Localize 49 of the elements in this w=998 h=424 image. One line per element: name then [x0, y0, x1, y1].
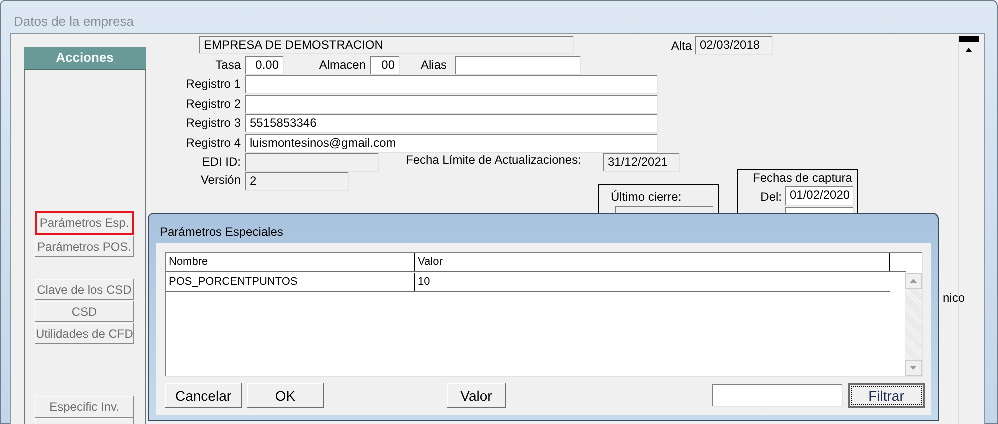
scrollbar[interactable]: [905, 273, 922, 376]
scroll-thumb[interactable]: [959, 36, 979, 42]
field-label: Registro 3: [186, 115, 241, 131]
table-cell-text: 10: [417, 275, 432, 290]
action-button[interactable]: Utilidades de CFD: [35, 323, 134, 344]
input-field[interactable]: [455, 56, 581, 75]
input-field[interactable]: [245, 153, 379, 172]
field-label: EDI ID:: [202, 154, 241, 170]
dialog-button[interactable]: Cancelar: [165, 383, 242, 408]
field-label: Fecha Límite de Actualizaciones:: [406, 152, 582, 168]
field-label: Alta: [671, 38, 692, 54]
column-header[interactable]: Nombre: [166, 253, 415, 271]
action-button[interactable]: CSD: [35, 301, 134, 322]
field-label: Versión: [200, 172, 241, 188]
field-label: Tasa: [216, 57, 241, 73]
window-title: Datos de la empresa: [14, 14, 134, 29]
date-field[interactable]: 02/03/2018: [695, 36, 773, 55]
field-label: nico: [943, 290, 966, 306]
input-field[interactable]: [245, 95, 658, 114]
field-label: Alias: [420, 57, 447, 73]
action-button[interactable]: Clave de los CSD: [35, 279, 134, 300]
input-field[interactable]: 00: [370, 56, 400, 75]
date-field[interactable]: 01/02/2020: [785, 186, 854, 206]
input-field[interactable]: [245, 75, 658, 94]
table-cell: POS_PORCENTPUNTOS: [166, 273, 415, 291]
input-field[interactable]: 0.00: [245, 56, 284, 75]
field-label: Registro 4: [186, 135, 241, 151]
dialog-button[interactable]: Valor: [447, 383, 506, 408]
field-label: Del:: [760, 189, 782, 205]
dialog-title: Parámetros Especiales: [160, 225, 284, 239]
group-label: Último cierre:: [611, 189, 682, 205]
panel-header: Acciones: [24, 47, 146, 70]
input-field[interactable]: 5515853346: [245, 114, 658, 133]
date-field[interactable]: 31/12/2021: [603, 153, 680, 172]
filter-field[interactable]: [712, 384, 843, 407]
company-name-field[interactable]: EMPRESA DE DEMOSTRACION: [199, 36, 574, 54]
action-button[interactable]: Parámetros Esp.: [35, 211, 134, 235]
dialog-button[interactable]: OK: [247, 383, 324, 408]
field-label: Almacen: [319, 57, 366, 73]
filter-button[interactable]: Filtrar: [848, 383, 925, 408]
input-field[interactable]: 2: [245, 172, 349, 191]
scroll-down-icon[interactable]: [905, 360, 922, 376]
action-button[interactable]: Parámetros POS.: [35, 236, 134, 257]
input-field[interactable]: luismontesinos@gmail.com: [245, 134, 658, 153]
field-label: Registro 2: [186, 96, 241, 112]
group-label: Fechas de captura: [753, 170, 852, 186]
column-header[interactable]: Valor: [415, 253, 890, 271]
action-button[interactable]: Especific Inv.: [35, 396, 134, 418]
field-label: Registro 1: [186, 76, 241, 92]
